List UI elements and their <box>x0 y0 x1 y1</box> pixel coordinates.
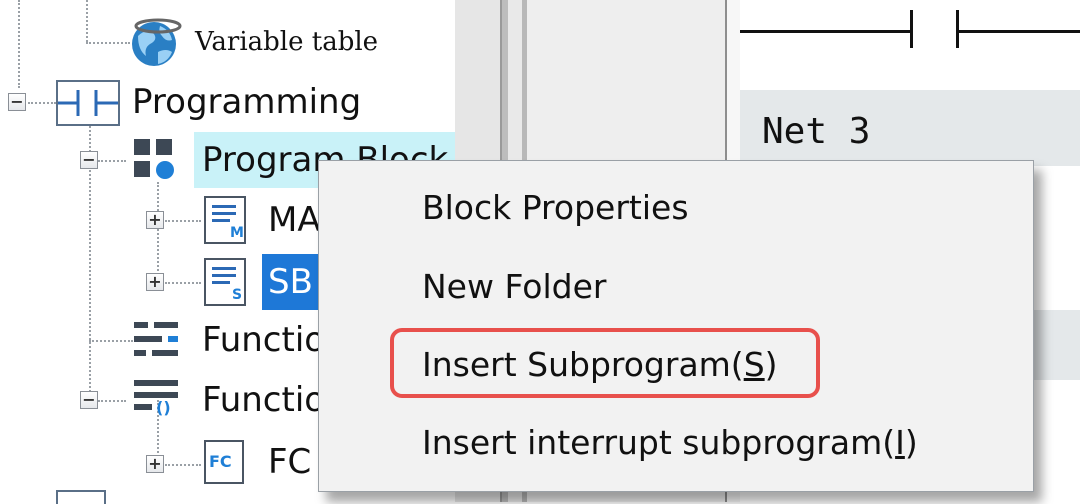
ladder-contact-icon <box>56 80 120 126</box>
expand-icon[interactable]: + <box>146 455 164 473</box>
expand-icon[interactable]: + <box>146 273 164 291</box>
menu-item-block-properties[interactable]: Block Properties <box>422 188 689 228</box>
fc-icon: FC <box>204 440 244 484</box>
contact-right-bar <box>956 10 959 48</box>
collapse-icon[interactable]: − <box>8 93 26 111</box>
menu-item-label: Insert interrupt subprogram( <box>422 423 896 462</box>
program-blocks-icon <box>134 139 174 181</box>
tree-item-programming[interactable]: Programming <box>132 82 361 122</box>
tree-line <box>89 340 133 342</box>
expand-icon[interactable]: + <box>146 211 164 229</box>
tree-line <box>165 464 201 466</box>
tree-item-variable-table[interactable]: Variable table <box>195 22 378 62</box>
menu-item-insert-interrupt-subprogram[interactable]: Insert interrupt subprogram(I) <box>422 423 918 463</box>
tree-line <box>86 0 88 42</box>
tree-line <box>98 400 126 402</box>
tree-line <box>86 42 130 44</box>
main-block-icon: M <box>204 196 246 244</box>
tree-item-function-1[interactable]: Functio <box>202 320 325 360</box>
network-title: Net 3 <box>762 111 871 152</box>
ladder-wire <box>740 30 912 33</box>
tree-line <box>165 282 201 284</box>
tree-line <box>98 160 126 162</box>
tree-item-sbr[interactable]: SB <box>268 262 313 302</box>
tree-line <box>18 0 20 88</box>
collapse-icon[interactable]: − <box>80 391 98 409</box>
collapse-icon[interactable]: − <box>80 151 98 169</box>
ladder-wire <box>956 30 1080 33</box>
function-icon: () <box>134 380 178 420</box>
globe-icon <box>128 14 184 70</box>
tree-line <box>28 102 56 104</box>
tree-item-fc[interactable]: FC <box>268 442 311 482</box>
subroutine-icon: S <box>204 258 246 306</box>
menu-item-new-folder[interactable]: New Folder <box>422 267 606 307</box>
menu-item-label: ) <box>904 423 918 462</box>
highlight-box <box>390 328 820 398</box>
network-header-partial <box>1032 310 1080 380</box>
function-icon <box>134 322 178 358</box>
tree-item-function-2[interactable]: Functio <box>202 380 325 420</box>
contact-left-bar <box>910 10 913 48</box>
tree-item-main[interactable]: MA <box>268 200 321 240</box>
context-menu: Block Properties New Folder Insert Subpr… <box>318 160 1034 492</box>
tree-line <box>165 220 201 222</box>
tree-line <box>157 182 159 282</box>
menu-accelerator: I <box>895 423 905 462</box>
